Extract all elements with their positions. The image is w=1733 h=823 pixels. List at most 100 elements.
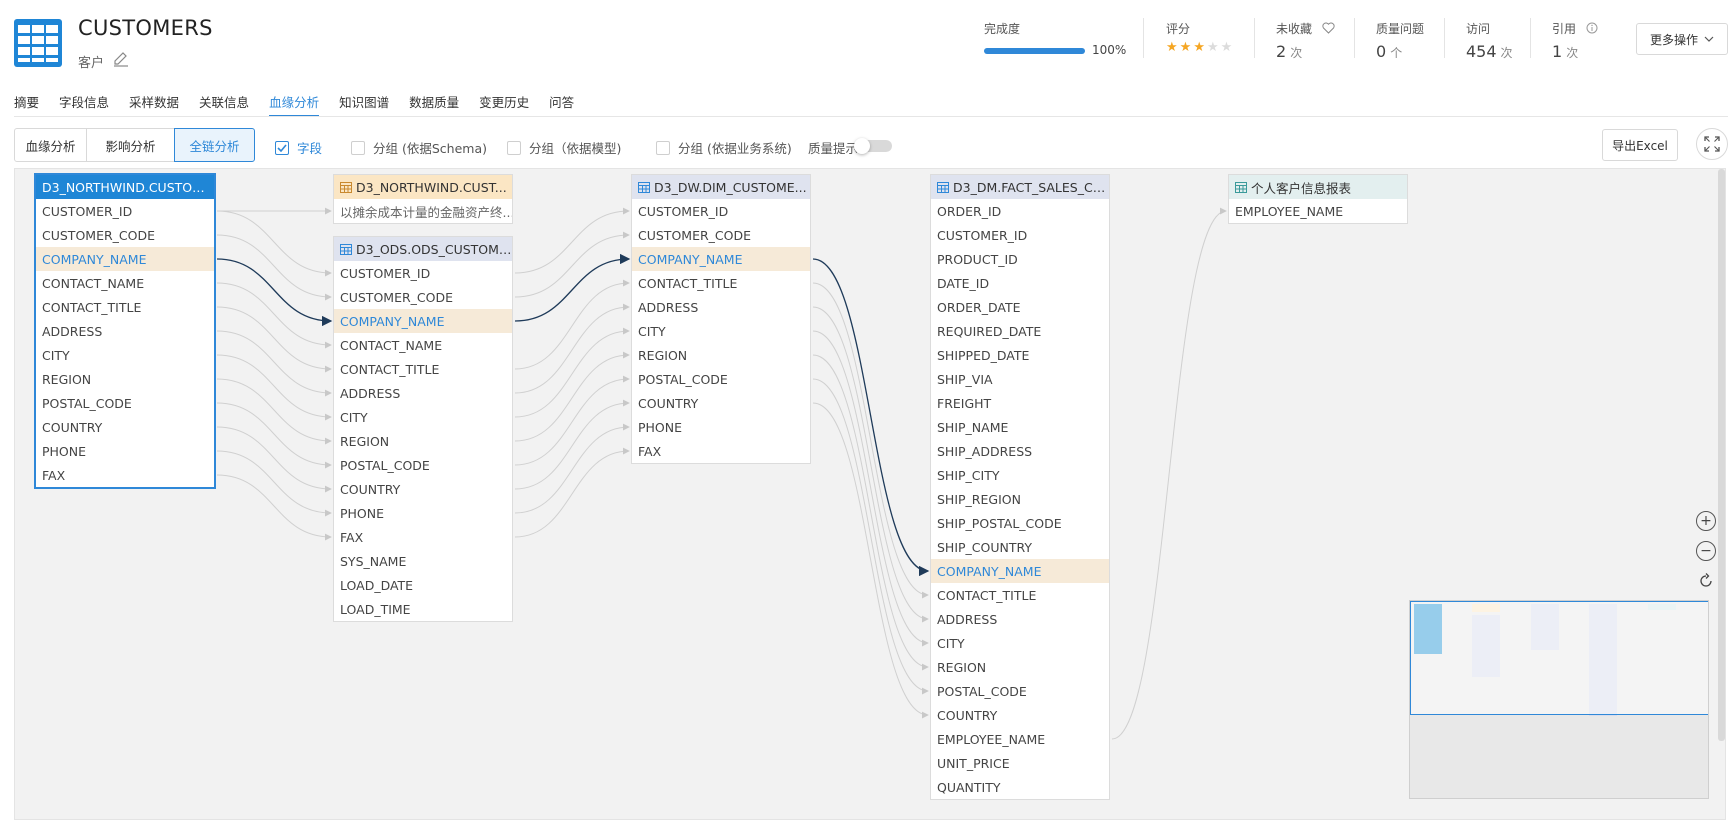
favorite-stat[interactable]: 未收藏 2次 <box>1276 20 1335 61</box>
star-icon[interactable]: ★ <box>1180 40 1194 55</box>
tab-2[interactable]: 采样数据 <box>129 92 179 116</box>
checkbox-field[interactable]: 字段 <box>275 138 322 157</box>
node-field[interactable]: CONTACT_TITLE <box>36 295 214 319</box>
lineage-edge[interactable] <box>216 282 332 349</box>
lineage-edge[interactable] <box>514 231 630 298</box>
export-excel-button[interactable]: 导出Excel <box>1602 129 1678 161</box>
node-field[interactable]: REGION <box>36 367 214 391</box>
node-field[interactable]: FAX <box>334 525 512 549</box>
quality-hint-toggle[interactable] <box>854 138 892 154</box>
node-field[interactable]: SHIP_ADDRESS <box>931 439 1109 463</box>
checkbox-box[interactable] <box>275 140 289 155</box>
node-field[interactable]: EMPLOYEE_NAME <box>931 727 1109 751</box>
checkbox-box[interactable] <box>351 140 365 155</box>
node-field[interactable]: SHIPPED_DATE <box>931 343 1109 367</box>
star-icon[interactable]: ★ <box>1221 40 1235 55</box>
lineage-edge[interactable] <box>1111 207 1227 740</box>
node-field[interactable]: CUSTOMER_CODE <box>36 223 214 247</box>
node-field[interactable]: PHONE <box>36 439 214 463</box>
lineage-canvas[interactable]: + − D3_NORTHWIND.CUSTOM... CUSTOMER_ID CUS… <box>14 168 1726 820</box>
node-field[interactable]: CONTACT_TITLE <box>632 271 810 295</box>
active-lineage-edge[interactable] <box>812 258 930 577</box>
node-field[interactable]: CONTACT_NAME <box>36 271 214 295</box>
checkbox-box[interactable] <box>656 140 670 155</box>
info-icon[interactable] <box>1586 22 1598 34</box>
lineage-edge[interactable] <box>216 330 332 397</box>
minus-circle-icon[interactable]: − <box>1696 541 1716 561</box>
lineage-edge[interactable] <box>514 375 630 466</box>
node-field[interactable]: CUSTOMER_CODE <box>632 223 810 247</box>
lineage-edge[interactable] <box>812 282 929 599</box>
lineage-edge[interactable] <box>514 447 630 538</box>
node-field[interactable]: CUSTOMER_ID <box>632 199 810 223</box>
minimap-viewport[interactable] <box>1410 601 1708 715</box>
toggle-knob[interactable] <box>854 138 870 154</box>
refresh-icon[interactable] <box>1696 571 1716 591</box>
node-field[interactable]: QUANTITY <box>931 775 1109 799</box>
lineage-edge[interactable] <box>514 207 630 274</box>
node-field[interactable]: CUSTOMER_ID <box>931 223 1109 247</box>
node-field[interactable]: COUNTRY <box>36 415 214 439</box>
segment-full-chain[interactable]: 全链分析 <box>174 128 255 162</box>
node-field[interactable]: CUSTOMER_CODE <box>334 285 512 309</box>
node-field[interactable]: REGION <box>931 655 1109 679</box>
node-field[interactable]: POSTAL_CODE <box>334 453 512 477</box>
node-field[interactable]: POSTAL_CODE <box>632 367 810 391</box>
node-field[interactable]: CONTACT_NAME <box>334 333 512 357</box>
node-field[interactable]: CUSTOMER_ID <box>334 261 512 285</box>
lineage-node-report[interactable]: 个人客户信息报表 EMPLOYEE_NAME <box>1228 174 1408 224</box>
node-field[interactable]: EMPLOYEE_NAME <box>1229 199 1407 223</box>
node-field[interactable]: ORDER_DATE <box>931 295 1109 319</box>
lineage-edge[interactable] <box>812 330 929 647</box>
node-field[interactable]: SHIP_POSTAL_CODE <box>931 511 1109 535</box>
tab-5[interactable]: 知识图谱 <box>339 92 389 116</box>
lineage-edge[interactable] <box>812 378 929 695</box>
node-field[interactable]: SHIP_REGION <box>931 487 1109 511</box>
node-field[interactable]: POSTAL_CODE <box>36 391 214 415</box>
node-field[interactable]: REQUIRED_DATE <box>931 319 1109 343</box>
node-field[interactable]: COMPANY_NAME <box>931 559 1109 583</box>
node-field[interactable]: ADDRESS <box>931 607 1109 631</box>
star-icon[interactable]: ★ <box>1166 40 1180 55</box>
node-field[interactable]: COUNTRY <box>931 703 1109 727</box>
lineage-edge[interactable] <box>216 402 332 469</box>
node-field[interactable]: PRODUCT_ID <box>931 247 1109 271</box>
checkbox-box[interactable] <box>507 140 521 155</box>
node-field[interactable]: CITY <box>931 631 1109 655</box>
node-field[interactable]: ADDRESS <box>334 381 512 405</box>
node-field[interactable]: SHIP_NAME <box>931 415 1109 439</box>
node-field[interactable]: FREIGHT <box>931 391 1109 415</box>
tab-7[interactable]: 变更历史 <box>479 92 529 116</box>
tab-3[interactable]: 关联信息 <box>199 92 249 116</box>
node-field[interactable]: CITY <box>36 343 214 367</box>
node-field[interactable]: SHIP_CITY <box>931 463 1109 487</box>
node-header[interactable]: D3_DM.FACT_SALES_CU... <box>931 175 1109 199</box>
node-field[interactable]: SHIP_VIA <box>931 367 1109 391</box>
lineage-edge[interactable] <box>514 279 630 370</box>
lineage-edge[interactable] <box>216 306 332 373</box>
pencil-icon[interactable] <box>112 50 130 68</box>
node-header[interactable]: D3_DW.DIM_CUSTOME... <box>632 175 810 199</box>
node-header[interactable]: D3_NORTHWIND.CUSTOM... <box>36 175 214 199</box>
node-field[interactable]: CONTACT_TITLE <box>931 583 1109 607</box>
lineage-node-fact[interactable]: D3_DM.FACT_SALES_CU... ORDER_ID CUSTOMER_I… <box>930 174 1110 800</box>
lineage-node-src[interactable]: D3_NORTHWIND.CUSTOM... CUSTOMER_ID CUSTOME… <box>35 174 215 488</box>
lineage-edge[interactable] <box>514 399 630 490</box>
node-field[interactable]: REGION <box>334 429 512 453</box>
node-field[interactable]: PHONE <box>632 415 810 439</box>
node-field[interactable]: FAX <box>36 463 214 487</box>
tab-8[interactable]: 问答 <box>549 92 574 116</box>
node-header[interactable]: D3_NORTHWIND.CUST... <box>334 175 512 199</box>
node-field[interactable]: ORDER_ID <box>931 199 1109 223</box>
lineage-edge[interactable] <box>216 234 332 301</box>
node-field[interactable]: COMPANY_NAME <box>632 247 810 271</box>
rating-stars[interactable]: ★★★★★ <box>1166 40 1234 55</box>
heart-icon[interactable] <box>1322 22 1335 34</box>
node-field[interactable]: COMPANY_NAME <box>334 309 512 333</box>
checkbox-group-business[interactable]: 分组 (依据业务系统) <box>656 138 792 157</box>
segment-impact[interactable]: 影响分析 <box>86 128 175 162</box>
expand-icon[interactable] <box>1696 128 1728 160</box>
more-actions-button[interactable]: 更多操作 <box>1636 23 1728 55</box>
node-field[interactable]: CITY <box>334 405 512 429</box>
lineage-node-dim[interactable]: D3_DW.DIM_CUSTOME... CUSTOMER_ID CUSTOMER_… <box>631 174 811 464</box>
